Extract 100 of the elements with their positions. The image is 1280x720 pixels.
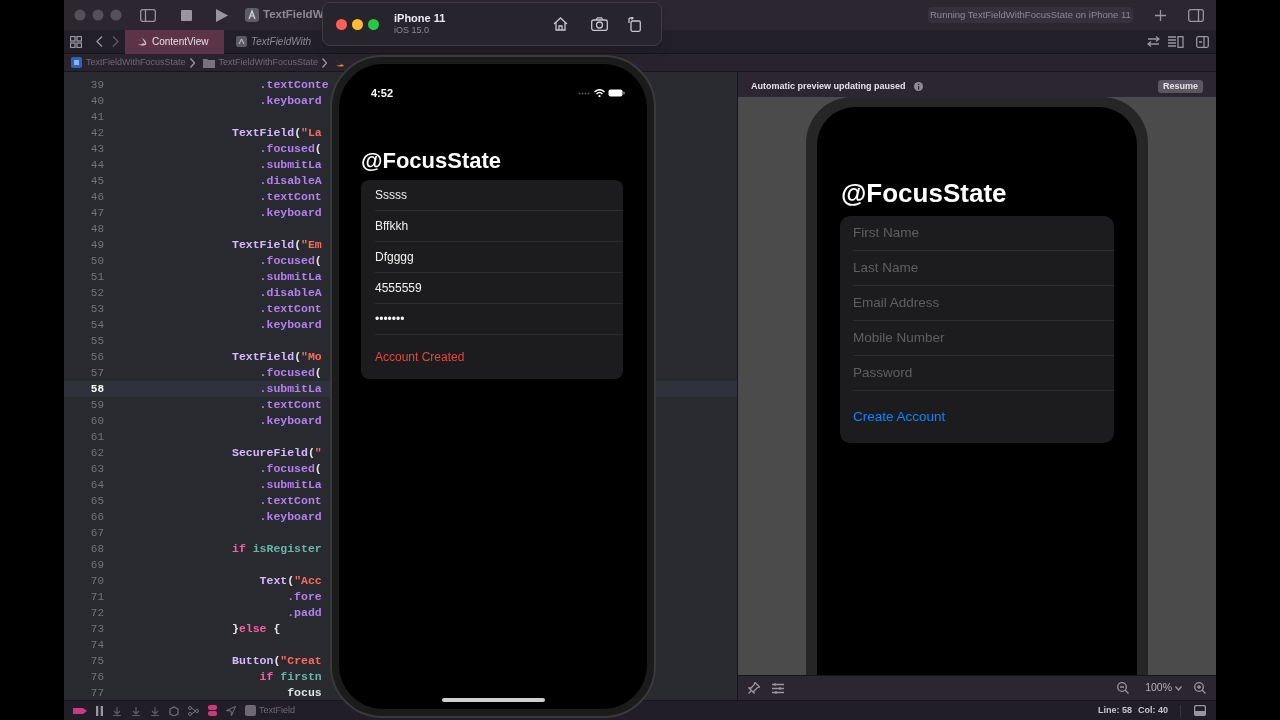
back-icon[interactable] [96, 36, 103, 47]
line-number: 64 [89, 477, 104, 493]
success-message: Account Created [375, 349, 465, 366]
code-line: .textCont [258, 301, 322, 318]
line-number: 44 [89, 157, 104, 173]
pin-icon[interactable] [748, 682, 760, 694]
text-field[interactable]: Bffkkh [375, 217, 605, 235]
step-out-icon[interactable] [150, 705, 160, 716]
line-number: 63 [89, 461, 104, 477]
text-field[interactable]: Email Address [853, 292, 1093, 314]
line-number: 46 [89, 189, 104, 205]
preview-status: Automatic preview updating paused [751, 79, 906, 93]
app-icon[interactable] [245, 8, 259, 22]
view-hierarchy-icon[interactable] [169, 705, 179, 716]
text-field[interactable]: Last Name [853, 257, 1093, 279]
info-icon[interactable] [913, 82, 923, 91]
text-field[interactable]: Password [853, 362, 1093, 384]
zoom-menu[interactable]: 100% [1145, 680, 1182, 696]
rotate-icon[interactable] [628, 16, 641, 32]
chevron-icon [189, 57, 195, 68]
code-line: SecureField(" [232, 445, 322, 462]
create-account-button[interactable]: Create Account [853, 406, 946, 428]
code-line: .submitLa [258, 477, 322, 494]
text-field[interactable]: 4555559 [375, 279, 605, 297]
line-number: 74 [89, 637, 104, 653]
play-icon[interactable] [216, 8, 228, 22]
line-number: 57 [89, 365, 104, 381]
debug-area-icon[interactable] [1194, 705, 1206, 716]
code-line: Button("Creat [232, 653, 322, 670]
column-indicator: Col: 40 [1138, 703, 1168, 717]
code-line: Text("Acc [258, 573, 322, 590]
editor-options-icon[interactable] [1168, 35, 1184, 48]
screen-title: @FocusState [361, 148, 503, 174]
scheme-name[interactable]: TextFieldW [263, 6, 324, 24]
text-field[interactable]: First Name [853, 222, 1093, 244]
code-line: .textCont [258, 189, 322, 206]
step-over-icon[interactable] [112, 705, 122, 716]
editor-tab[interactable]: TextFieldWith [224, 29, 320, 54]
code-line: .keyboard [258, 317, 322, 334]
text-field[interactable]: Mobile Number [853, 327, 1093, 349]
stop-icon[interactable] [181, 9, 192, 21]
code-line: .disableA [258, 173, 322, 190]
line-number: 72 [89, 605, 104, 621]
window-control-icon[interactable] [336, 18, 347, 30]
home-icon[interactable] [553, 17, 568, 31]
zoom-out-icon[interactable] [1117, 682, 1130, 694]
swap-icon[interactable] [1147, 36, 1160, 47]
line-number: 52 [89, 285, 104, 301]
device-name: iPhone 11 [394, 12, 446, 25]
editor-tab[interactable]: ContentView [125, 29, 224, 54]
environment-overrides-icon[interactable] [208, 705, 217, 716]
code-line: .keyboard [258, 93, 322, 110]
battery-icon [608, 89, 625, 97]
text-field[interactable]: Sssss [375, 186, 605, 204]
window-control-icon[interactable] [352, 18, 363, 30]
location-icon[interactable] [226, 705, 236, 716]
inspector-toggle-icon[interactable] [1188, 8, 1204, 22]
code-line: .submitLa [258, 157, 322, 174]
line-number: 50 [89, 253, 104, 269]
memory-graph-icon[interactable] [188, 705, 199, 716]
code-line: .focused( [258, 365, 322, 382]
text-field[interactable]: ••••••• [375, 310, 605, 328]
folder-icon[interactable] [202, 57, 215, 68]
add-icon[interactable] [1155, 9, 1166, 21]
line-number: 49 [89, 237, 104, 253]
resume-button[interactable]: Resume [1158, 80, 1203, 93]
os-version: iOS 15.0 [394, 25, 431, 36]
code-line: .submitLa [258, 381, 322, 398]
code-line: .disableA [258, 285, 322, 302]
camera-icon[interactable] [591, 17, 608, 31]
line-number: 48 [89, 221, 104, 237]
line-number: 76 [89, 669, 104, 685]
window-control-icon[interactable] [368, 18, 379, 30]
screen-title: @FocusState [841, 178, 1008, 208]
grid-icon[interactable] [70, 35, 82, 48]
caret-icon [1175, 685, 1182, 691]
sidebar-toggle-icon[interactable] [140, 8, 156, 22]
project-icon[interactable] [71, 57, 82, 68]
zoom-in-icon[interactable] [1194, 682, 1206, 694]
line-number: 56 [89, 349, 104, 365]
line-number: 61 [89, 429, 104, 445]
line-number: 75 [89, 653, 104, 669]
line-number: 45 [89, 173, 104, 189]
adjustments-icon[interactable] [772, 682, 784, 694]
code-line: .focused( [258, 461, 322, 478]
add-editor-icon[interactable] [1196, 35, 1209, 48]
line-number: 42 [89, 125, 104, 141]
code-line: .fore [286, 589, 322, 606]
pause-icon[interactable] [96, 705, 103, 716]
status-time: 4:52 [371, 85, 394, 101]
line-number: 73 [89, 621, 104, 637]
line-number: 43 [89, 141, 104, 157]
code-line: .keyboard [258, 413, 322, 430]
line-number: 51 [89, 269, 104, 285]
line-number: 59 [89, 397, 104, 413]
line-number: 65 [89, 493, 104, 509]
text-field[interactable]: Dfgggg [375, 248, 605, 266]
step-into-icon[interactable] [131, 705, 141, 716]
line-number: 69 [89, 557, 104, 573]
breakpoint-icon[interactable] [73, 706, 87, 715]
